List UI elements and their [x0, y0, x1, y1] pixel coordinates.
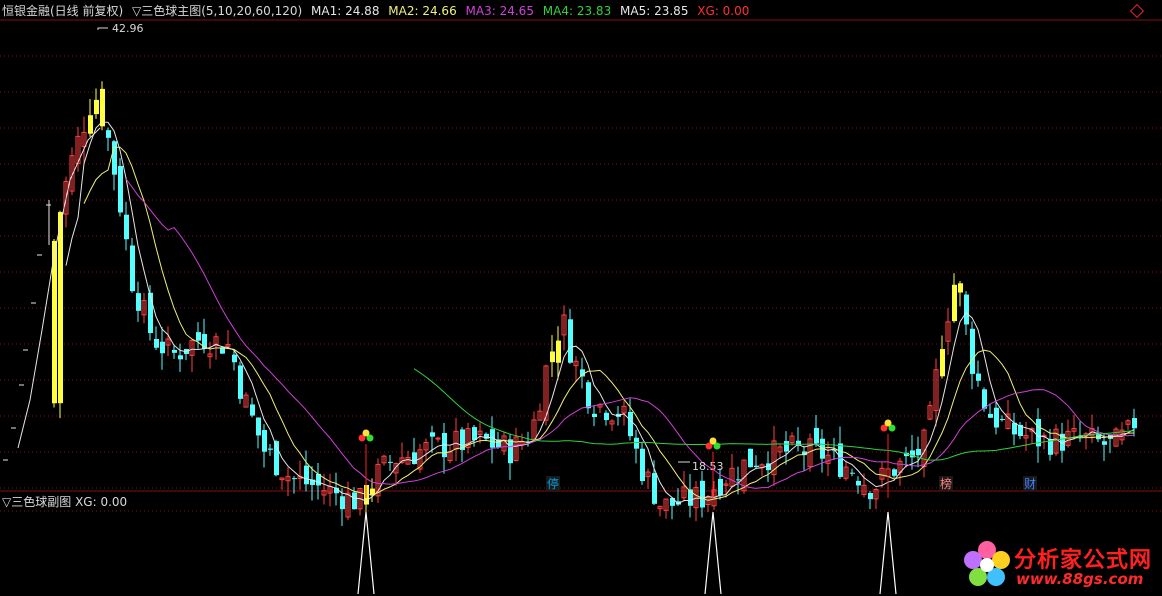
- marker-label: 财: [1024, 477, 1036, 491]
- candle-body: [814, 427, 819, 444]
- candle-body: [178, 355, 183, 360]
- candle-body: [508, 439, 513, 464]
- candle-body: [640, 448, 645, 482]
- candle-body: [412, 452, 417, 465]
- ma1-line: [65, 121, 1135, 505]
- candle-body: [136, 293, 141, 311]
- yellow-ball: [362, 429, 370, 437]
- candle-body: [292, 478, 297, 480]
- candle-body: [556, 340, 561, 363]
- candle-body: [238, 365, 243, 399]
- candle-body: [868, 493, 873, 500]
- candle-body: [112, 141, 117, 175]
- candle-body: [160, 341, 165, 354]
- watermark: 分析家公式网 www.88gs.com: [960, 536, 1160, 594]
- signal-peak: [879, 511, 897, 595]
- candle-body: [856, 480, 861, 486]
- yellow-ball: [884, 419, 892, 427]
- marker-label: 榜: [940, 476, 952, 491]
- yellow-ball: [709, 437, 717, 445]
- candle-body: [700, 480, 705, 508]
- candle-body: [250, 404, 255, 416]
- candle-body: [148, 292, 153, 334]
- candle-body: [892, 469, 897, 476]
- candle-body: [172, 349, 177, 353]
- candle-body: [838, 443, 843, 477]
- candle-body: [94, 99, 99, 115]
- candle-body: [940, 349, 945, 377]
- signal-peak: [357, 511, 375, 595]
- candle-body: [1132, 418, 1137, 429]
- candle-body: [118, 165, 123, 213]
- high-pointer: [97, 27, 108, 30]
- candle-body: [352, 492, 357, 510]
- candle-body: [964, 294, 969, 325]
- candle-body: [748, 448, 753, 468]
- candle-body: [430, 432, 435, 437]
- candle-body: [976, 373, 981, 381]
- candle-body: [106, 130, 111, 138]
- candle-body: [994, 407, 999, 428]
- candle-body: [256, 417, 261, 436]
- marker-label: 停: [547, 476, 559, 491]
- low-label: 18.53: [692, 460, 724, 473]
- candle-body: [1102, 441, 1107, 445]
- signal-peak: [704, 511, 722, 595]
- candle-body: [718, 478, 723, 496]
- watermark-url: www.88gs.com: [1016, 570, 1144, 588]
- candle-body: [268, 448, 273, 450]
- candle-body: [952, 284, 957, 322]
- kline-chart[interactable]: 42.96 18.53 停 榜 财: [0, 0, 1162, 596]
- candle-body: [754, 465, 759, 468]
- flower-logo-icon: [964, 541, 1010, 586]
- candle-body: [568, 319, 573, 363]
- candle-body: [850, 472, 855, 474]
- candle-body: [340, 496, 345, 510]
- candle-body: [388, 461, 393, 463]
- candle-body: [154, 339, 159, 348]
- candle-body: [232, 354, 237, 363]
- candle-body: [736, 479, 741, 481]
- candle-body: [916, 448, 921, 456]
- candle-body: [628, 411, 633, 437]
- candle-body: [304, 465, 309, 485]
- candle-body: [58, 212, 63, 404]
- candle-body: [592, 413, 597, 418]
- candle-body: [196, 332, 201, 341]
- candle-body: [1000, 419, 1005, 421]
- candle-body: [586, 382, 591, 409]
- candle-body: [130, 245, 135, 292]
- candle-body: [88, 115, 93, 134]
- candle-body: [670, 497, 675, 506]
- candle-body: [262, 430, 267, 452]
- candle-body: [435, 437, 441, 440]
- candle-body: [604, 412, 609, 421]
- candle-body: [472, 427, 477, 441]
- candle-body: [784, 441, 789, 452]
- candle-body: [100, 88, 105, 127]
- candle-body: [550, 351, 555, 363]
- candle-body: [124, 214, 129, 240]
- high-label: 42.96: [112, 22, 144, 35]
- candle-body: [970, 328, 975, 374]
- candle-body: [982, 389, 987, 409]
- candle-body: [634, 437, 639, 449]
- candle-body: [988, 413, 993, 418]
- candle-body: [958, 283, 963, 293]
- candle-body: [652, 473, 657, 504]
